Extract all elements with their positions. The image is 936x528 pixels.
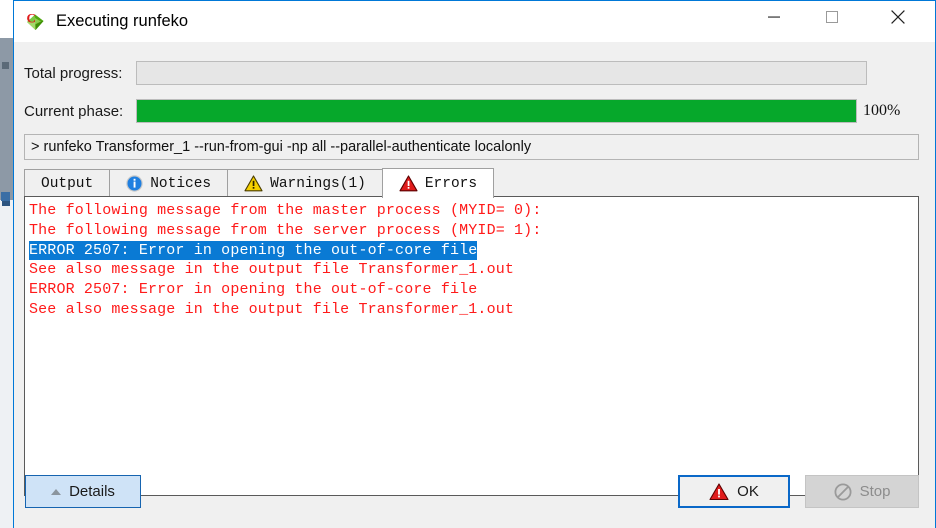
tab-output[interactable]: Output	[24, 169, 111, 197]
triangle-up-icon	[51, 488, 62, 495]
maximize-button[interactable]	[809, 1, 855, 33]
log-line-text: See also message in the output file Tran…	[29, 261, 515, 279]
total-progress-label: Total progress:	[24, 64, 123, 82]
stop-button: Stop	[805, 475, 919, 508]
details-button-label: Details	[69, 483, 115, 500]
dialog-footer: Details OK Stop	[14, 464, 935, 528]
details-button[interactable]: Details	[25, 475, 141, 508]
ok-button[interactable]: OK	[678, 475, 790, 508]
current-phase-label: Current phase:	[24, 102, 124, 120]
minimize-icon	[768, 16, 780, 18]
tab-errors[interactable]: Errors	[381, 168, 495, 198]
close-button[interactable]	[875, 1, 921, 33]
log-line[interactable]: ERROR 2507: Error in opening the out-of-…	[29, 280, 918, 300]
stop-button-label: Stop	[859, 483, 891, 500]
background-window-panel	[0, 200, 14, 528]
tab-label: Notices	[150, 175, 212, 192]
tab-label: Warnings(1)	[270, 175, 366, 192]
log-line[interactable]: The following message from the server pr…	[29, 221, 918, 241]
background-icon-upper	[2, 62, 9, 69]
info-icon	[126, 175, 143, 192]
tab-bar: Output Notices Warnings(1) Errors	[24, 168, 919, 198]
minimize-button[interactable]	[751, 1, 797, 33]
current-phase-percent: 100%	[863, 102, 901, 119]
tab-label: Output	[41, 175, 94, 192]
executing-runfeko-dialog: C Executing runfeko Total progress: Curr…	[13, 0, 936, 528]
background-icon-lower-shadow	[2, 201, 10, 206]
feko-leaf-icon: C	[24, 11, 46, 33]
error-icon	[399, 175, 418, 192]
no-entry-icon	[834, 483, 852, 500]
tab-label: Errors	[424, 175, 478, 192]
tab-warnings-1[interactable]: Warnings(1)	[227, 169, 383, 197]
total-progress-bar	[136, 61, 867, 85]
current-phase-row: Current phase: 100%	[14, 99, 935, 123]
tab-notices[interactable]: Notices	[109, 169, 229, 197]
maximize-icon	[826, 11, 838, 23]
window-title: Executing runfeko	[56, 12, 189, 30]
log-line[interactable]: The following message from the master pr…	[29, 201, 918, 221]
background-icon-lower	[1, 192, 10, 201]
log-line[interactable]: See also message in the output file Tran…	[29, 260, 918, 280]
log-line-text: ERROR 2507: Error in opening the out-of-…	[29, 281, 478, 299]
log-line[interactable]: ERROR 2507: Error in opening the out-of-…	[29, 240, 918, 261]
log-line-text: The following message from the master pr…	[29, 202, 542, 219]
svg-text:C: C	[27, 11, 36, 26]
title-bar[interactable]: C Executing runfeko	[14, 1, 935, 42]
ok-button-label: OK	[737, 483, 759, 500]
errors-log-panel[interactable]: The following message from the master pr…	[24, 196, 919, 496]
current-phase-bar	[136, 99, 857, 123]
total-progress-row: Total progress:	[14, 61, 935, 85]
warning-icon	[244, 175, 263, 192]
close-icon	[891, 10, 905, 24]
command-line-display: > runfeko Transformer_1 --run-from-gui -…	[24, 134, 919, 160]
log-line-text-selected: ERROR 2507: Error in opening the out-of-…	[29, 240, 478, 261]
dialog-body: Total progress: Current phase: 100% > ru…	[14, 42, 935, 528]
log-line-text: The following message from the server pr…	[29, 221, 542, 239]
error-icon	[709, 482, 729, 500]
log-line-text: See also message in the output file Tran…	[29, 300, 515, 318]
log-line[interactable]: See also message in the output file Tran…	[29, 300, 918, 320]
